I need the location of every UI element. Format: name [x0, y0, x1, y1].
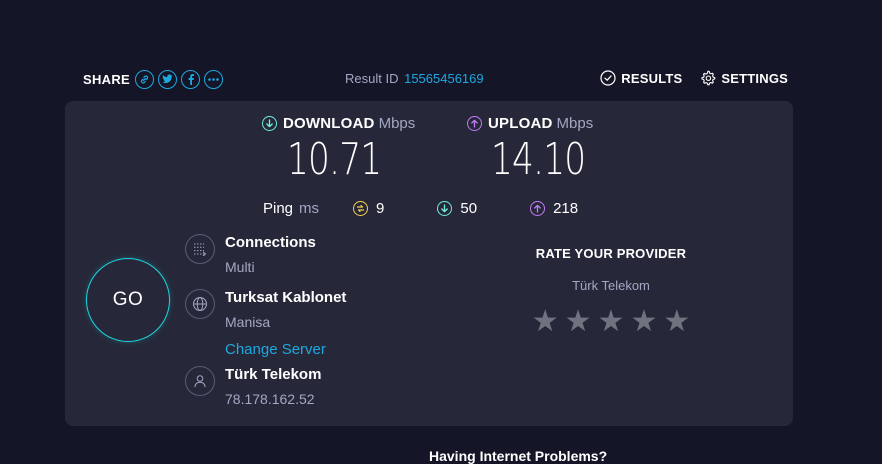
change-server-link[interactable]: Change Server — [225, 341, 326, 358]
go-button[interactable]: GO — [86, 258, 170, 342]
ping-upload: 218 — [530, 200, 578, 217]
results-panel: DOWNLOAD Mbps 10.71 UPLOAD Mbps 14.10 Pi… — [65, 101, 793, 426]
upload-value: 14.10 — [491, 134, 586, 185]
ping-label: Ping — [263, 200, 294, 217]
download-value: 10.71 — [287, 134, 382, 185]
star-icon[interactable]: ★ — [630, 307, 657, 337]
facebook-icon[interactable] — [181, 69, 201, 89]
star-icon[interactable]: ★ — [663, 307, 690, 337]
ping-row: Ping ms 9 50 218 — [263, 200, 578, 217]
upload-arrow-icon — [467, 116, 482, 131]
server-name: Turksat Kablonet — [225, 289, 347, 306]
globe-icon — [185, 289, 215, 319]
rate-provider-panel: RATE YOUR PROVIDER Türk Telekom ★ ★ ★ ★ … — [505, 246, 717, 337]
star-icon[interactable]: ★ — [598, 307, 625, 337]
gear-icon — [701, 70, 716, 86]
nav-right: RESULTS SETTINGS — [582, 70, 788, 86]
share-label: SHARE — [83, 71, 131, 87]
connections-title: Connections — [225, 234, 316, 251]
rate-title: RATE YOUR PROVIDER — [535, 246, 687, 261]
upload-block: UPLOAD Mbps 14.10 — [467, 115, 612, 182]
ping-download: 50 — [437, 200, 477, 217]
check-circle-icon — [600, 70, 616, 86]
ping-unit: ms — [299, 200, 320, 217]
upload-unit: Mbps — [556, 115, 594, 132]
more-icon[interactable] — [204, 69, 224, 89]
star-icon[interactable]: ★ — [565, 307, 592, 337]
download-block: DOWNLOAD Mbps 10.71 — [262, 115, 415, 182]
results-button[interactable]: RESULTS — [600, 70, 682, 86]
twitter-icon[interactable] — [158, 69, 178, 89]
result-id-label: Result ID — [345, 71, 399, 86]
ping-idle: 9 — [353, 200, 384, 217]
ping-idle-value: 9 — [376, 200, 385, 217]
settings-label: SETTINGS — [721, 70, 788, 86]
download-arrow-icon — [262, 116, 277, 131]
result-id: Result ID 15565456169 — [345, 71, 484, 86]
star-rating: ★ ★ ★ ★ ★ — [505, 307, 717, 337]
connections-value[interactable]: Multi — [225, 259, 255, 275]
star-icon[interactable]: ★ — [532, 307, 559, 337]
download-unit: Mbps — [378, 115, 416, 132]
results-label: RESULTS — [621, 70, 683, 86]
internet-problems-heading: Having Internet Problems? — [429, 448, 608, 464]
download-arrow-icon — [437, 201, 453, 216]
settings-button[interactable]: SETTINGS — [700, 70, 788, 86]
jitter-icon — [353, 201, 369, 216]
ping-upload-value: 218 — [553, 200, 579, 217]
ping-download-value: 50 — [460, 200, 478, 217]
rate-provider-name: Türk Telekom — [572, 278, 650, 293]
provider-name: Türk Telekom — [225, 366, 322, 383]
download-label: DOWNLOAD — [283, 115, 375, 132]
server-location: Manisa — [225, 314, 271, 330]
upload-arrow-icon — [530, 201, 546, 216]
share-group: SHARE — [83, 66, 227, 92]
result-id-link[interactable]: 15565456169 — [404, 71, 484, 86]
provider-ip: 78.178.162.52 — [225, 391, 315, 407]
user-icon — [185, 366, 215, 396]
top-bar: SHARE Result ID 15565456169 RESULTS SETT… — [83, 66, 788, 94]
connections-icon[interactable] — [185, 234, 215, 264]
upload-label: UPLOAD — [488, 115, 553, 132]
link-icon[interactable] — [135, 69, 155, 89]
